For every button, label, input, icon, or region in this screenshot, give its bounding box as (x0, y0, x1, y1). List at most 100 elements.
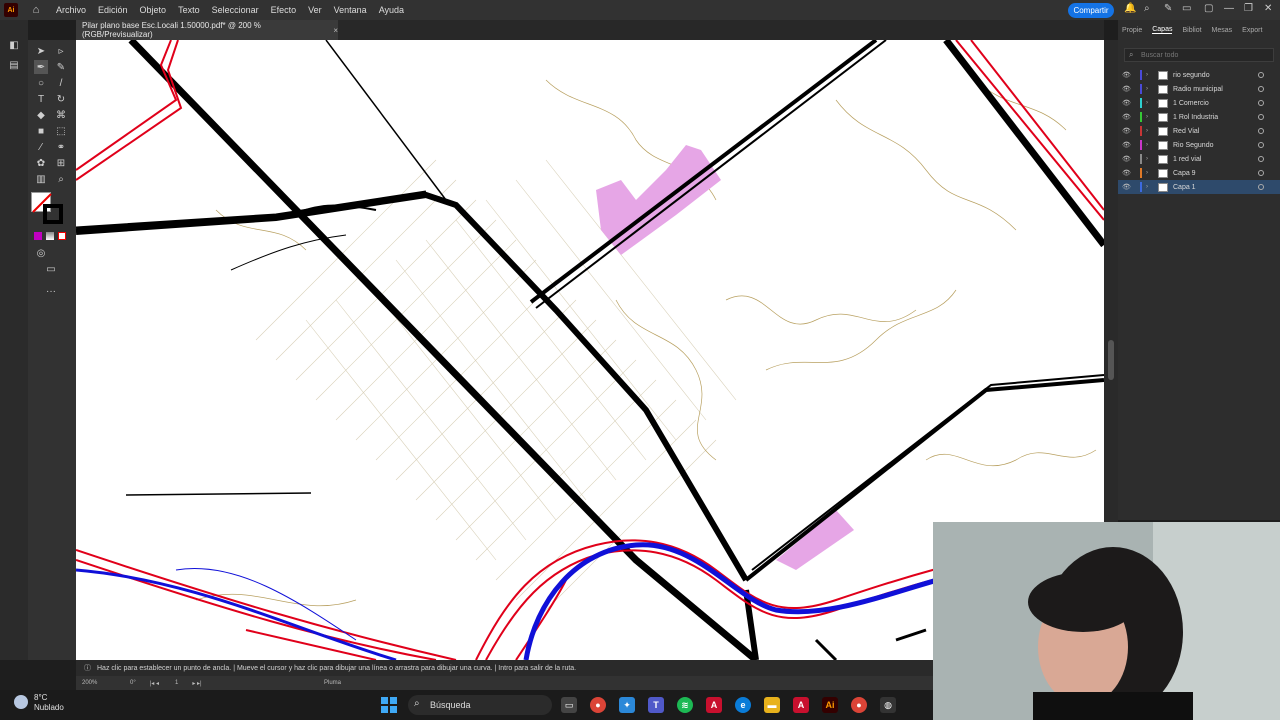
menu-efecto[interactable]: Efecto (271, 5, 297, 15)
graph-tool-icon[interactable]: ▥ (34, 172, 48, 186)
layer-target-icon[interactable] (1258, 86, 1264, 92)
tab-artboards[interactable]: Mesas (1212, 27, 1233, 34)
tab-libraries[interactable]: Bibliot (1182, 27, 1201, 34)
warp-tool-icon[interactable]: ⌘ (54, 108, 68, 122)
expand-chevron-icon[interactable]: › (1146, 100, 1154, 106)
layer-row[interactable]: 👁 › rio segundo (1118, 68, 1280, 82)
layer-target-icon[interactable] (1258, 72, 1264, 78)
draw-mode-icon[interactable]: ◎ (34, 246, 48, 260)
stroke-swatch[interactable] (43, 204, 63, 224)
minimize-icon[interactable]: — (1224, 3, 1234, 14)
panel-toggle-icon[interactable]: ◧ (7, 38, 21, 52)
scroll-thumb[interactable] (1108, 340, 1114, 380)
ellipse-tool-icon[interactable]: ○ (34, 76, 48, 90)
menu-archivo[interactable]: Archivo (56, 5, 86, 15)
visibility-eye-icon[interactable]: 👁 (1122, 127, 1134, 135)
copilot-icon[interactable]: ✦ (619, 697, 635, 713)
share-button[interactable]: Compartir (1068, 3, 1114, 18)
workspace-icon[interactable]: ▭ (1182, 3, 1191, 14)
blend-tool-icon[interactable]: ⚭ (54, 140, 68, 154)
tab-layers[interactable]: Capas (1152, 26, 1173, 34)
tab-export[interactable]: Export (1242, 27, 1262, 34)
color-mode-icon[interactable] (34, 232, 42, 240)
layer-target-icon[interactable] (1258, 184, 1264, 190)
brush-tool-icon[interactable]: / (54, 76, 68, 90)
zoom-tool-icon[interactable]: ⌕ (54, 172, 68, 186)
expand-chevron-icon[interactable]: › (1146, 128, 1154, 134)
menu-edicion[interactable]: Edición (98, 5, 128, 15)
acrobat-icon[interactable]: A (706, 697, 722, 713)
app-icon[interactable]: ◍ (880, 697, 896, 713)
maximize-icon[interactable]: ❐ (1244, 3, 1253, 14)
layer-row[interactable]: 👁 › Rio Segundo (1118, 138, 1280, 152)
document-tab[interactable]: Pilar plano base Esc.Locali 1.50000.pdf*… (76, 20, 338, 40)
eyedropper-tool-icon[interactable]: ⁄ (34, 140, 48, 154)
visibility-eye-icon[interactable]: 👁 (1122, 169, 1134, 177)
pen-tool-icon[interactable]: ✒ (34, 60, 48, 74)
none-mode-icon[interactable] (58, 232, 66, 240)
curvature-tool-icon[interactable]: ✎ (54, 60, 68, 74)
gradient-tool-icon[interactable]: ■ (34, 124, 48, 138)
layer-row[interactable]: 👁 › Radio municipal (1118, 82, 1280, 96)
menu-seleccionar[interactable]: Seleccionar (212, 5, 259, 15)
teams-icon[interactable]: T (648, 697, 664, 713)
selection-tool-icon[interactable]: ➤ (34, 44, 48, 58)
expand-chevron-icon[interactable]: › (1146, 72, 1154, 78)
illustrator-taskbar-icon[interactable]: Ai (822, 697, 838, 713)
autocad-icon[interactable]: A (793, 697, 809, 713)
file-explorer-icon[interactable]: ▬ (764, 697, 780, 713)
expand-chevron-icon[interactable]: › (1146, 142, 1154, 148)
layer-target-icon[interactable] (1258, 170, 1264, 176)
layer-target-icon[interactable] (1258, 100, 1264, 106)
menu-texto[interactable]: Texto (178, 5, 200, 15)
tab-properties[interactable]: Propie (1122, 27, 1142, 34)
layer-target-icon[interactable] (1258, 128, 1264, 134)
more-tools-icon[interactable]: ··· (44, 284, 58, 298)
chrome-icon[interactable]: ● (590, 697, 606, 713)
menu-ver[interactable]: Ver (308, 5, 322, 15)
menu-ventana[interactable]: Ventana (334, 5, 367, 15)
layer-row[interactable]: 👁 › Capa 1 (1118, 180, 1280, 194)
screen-mode-icon[interactable]: ▭ (44, 262, 58, 276)
edge-icon[interactable]: e (735, 697, 751, 713)
windows-start-icon[interactable] (381, 697, 397, 713)
search-icon[interactable]: ⌕ (1144, 3, 1150, 14)
expand-chevron-icon[interactable]: › (1146, 156, 1154, 162)
expand-chevron-icon[interactable]: › (1146, 184, 1154, 190)
gradient-mode-icon[interactable] (46, 232, 54, 240)
chrome-profile-icon[interactable]: ● (851, 697, 867, 713)
rotation-select[interactable]: 0° (130, 680, 136, 686)
bell-icon[interactable]: 🔔 (1124, 3, 1136, 14)
menu-objeto[interactable]: Objeto (140, 5, 167, 15)
visibility-eye-icon[interactable]: 👁 (1122, 113, 1134, 121)
task-view-icon[interactable]: ▭ (561, 697, 577, 713)
symbol-sprayer-icon[interactable]: ✿ (34, 156, 48, 170)
visibility-eye-icon[interactable]: 👁 (1122, 155, 1134, 163)
eraser-tool-icon[interactable]: ◆ (34, 108, 48, 122)
visibility-eye-icon[interactable]: 👁 (1122, 85, 1134, 93)
layer-row[interactable]: 👁 › 1 red vial (1118, 152, 1280, 166)
layer-target-icon[interactable] (1258, 142, 1264, 148)
nav-arrows-icon[interactable]: |◂ ◂ (150, 680, 159, 687)
layer-target-icon[interactable] (1258, 114, 1264, 120)
panel-icon[interactable]: ▤ (7, 58, 21, 72)
layer-row[interactable]: 👁 › Red Vial (1118, 124, 1280, 138)
layers-search-input[interactable]: ⌕ Buscar todo (1124, 48, 1274, 62)
type-tool-icon[interactable]: T (34, 92, 48, 106)
tools-icon[interactable]: ✎ (1164, 3, 1172, 14)
visibility-eye-icon[interactable]: 👁 (1122, 71, 1134, 79)
expand-chevron-icon[interactable]: › (1146, 86, 1154, 92)
spotify-icon[interactable]: ≋ (677, 697, 693, 713)
expand-chevron-icon[interactable]: › (1146, 114, 1154, 120)
zoom-select[interactable]: 200% (82, 680, 122, 686)
close-icon[interactable]: ✕ (1264, 3, 1272, 14)
visibility-eye-icon[interactable]: 👁 (1122, 183, 1134, 191)
layer-row[interactable]: 👁 › Capa 9 (1118, 166, 1280, 180)
nav-next-icon[interactable]: ▸ ▸| (192, 680, 201, 687)
shape-builder-icon[interactable]: ⬚ (54, 124, 68, 138)
artboard-number[interactable]: 1 (175, 680, 178, 686)
artboard-tool-icon[interactable]: ⊞ (54, 156, 68, 170)
weather-widget[interactable]: 8°C Nublado (14, 693, 64, 713)
window-icon[interactable]: ▢ (1204, 3, 1213, 14)
menu-ayuda[interactable]: Ayuda (379, 5, 404, 15)
